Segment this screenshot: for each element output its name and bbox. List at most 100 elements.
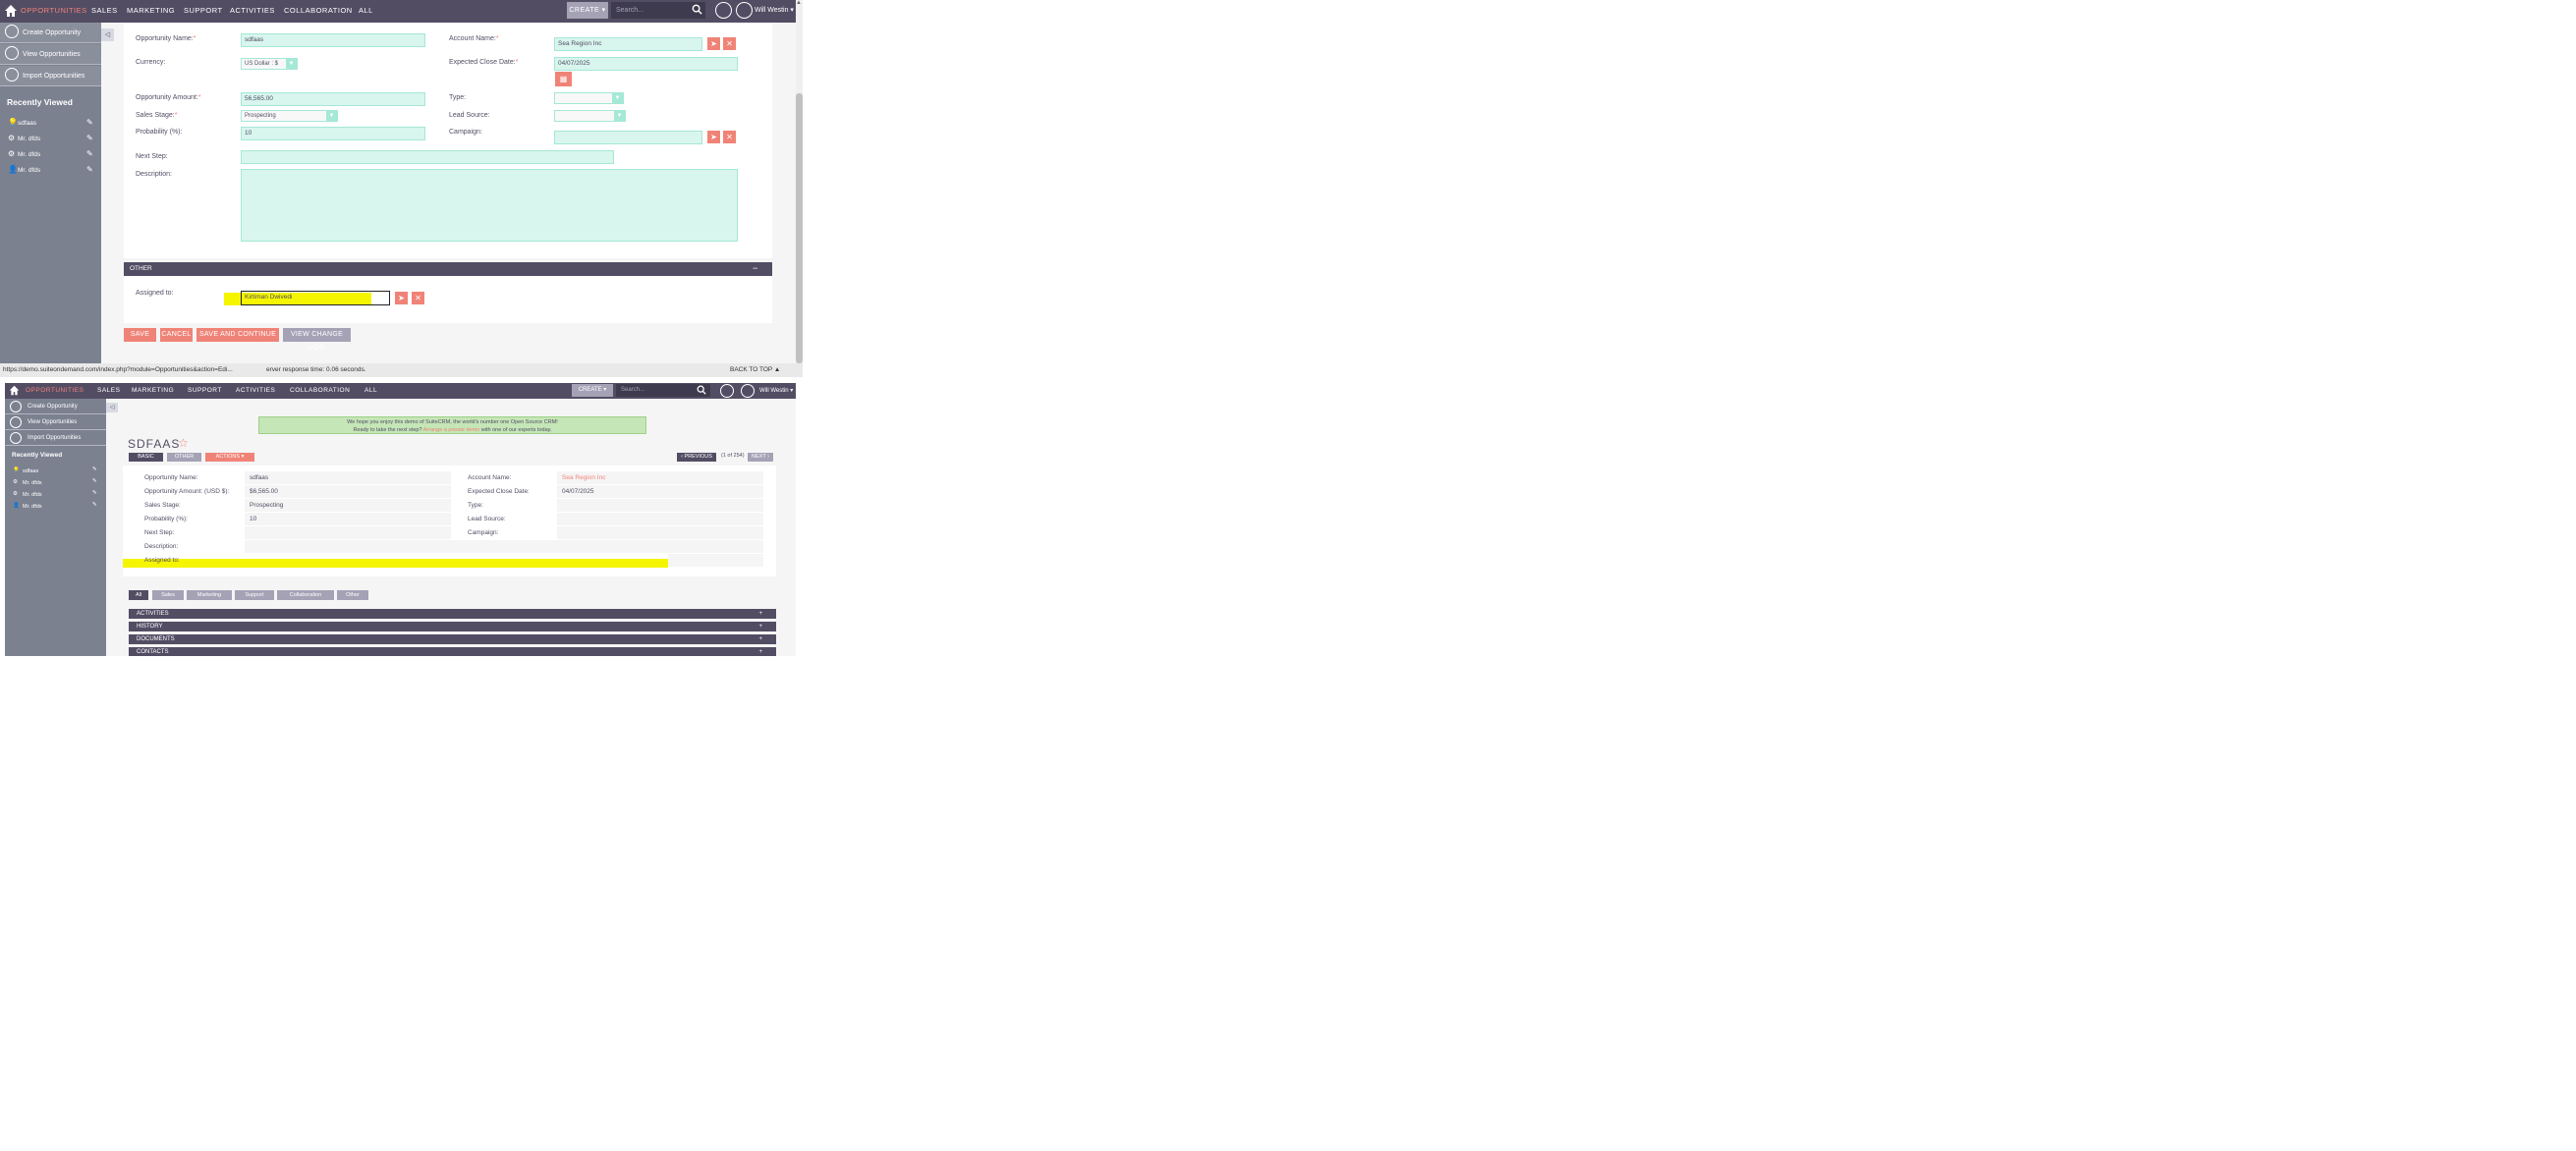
- avatar[interactable]: [741, 384, 755, 398]
- favorite-star-icon[interactable]: ☆: [178, 436, 189, 450]
- recent-item[interactable]: ⚙ Mr. dfds ✎: [0, 147, 101, 163]
- select-account-button[interactable]: ➤: [707, 37, 720, 50]
- subpanel-contacts[interactable]: CONTACTS +: [129, 647, 776, 656]
- calendar-icon[interactable]: ▦: [555, 72, 572, 86]
- sidebar-collapse-button[interactable]: ◁: [106, 403, 118, 412]
- notifications-icon[interactable]: [715, 2, 732, 19]
- nav-activities[interactable]: ACTIVITIES: [230, 6, 275, 15]
- expand-icon[interactable]: +: [758, 634, 762, 644]
- sidebar-create-opportunity[interactable]: Create Opportunity: [0, 23, 101, 43]
- subpanel-documents[interactable]: DOCUMENTS +: [129, 634, 776, 644]
- clear-account-button[interactable]: ✕: [723, 37, 736, 50]
- previous-button[interactable]: ‹ PREVIOUS: [677, 453, 716, 462]
- sidebar-collapse-button[interactable]: ◁: [101, 28, 114, 41]
- create-button[interactable]: CREATE ▾: [572, 384, 613, 397]
- home-icon[interactable]: [4, 4, 18, 18]
- type-select[interactable]: ▼: [554, 92, 624, 104]
- recent-item[interactable]: ⚙ Mr. dfds ✎: [5, 478, 106, 489]
- amount-input[interactable]: 56,565.00: [241, 92, 425, 106]
- subpanel-history[interactable]: HISTORY +: [129, 622, 776, 631]
- nav-collaboration[interactable]: COLLABORATION: [290, 387, 350, 394]
- nav-sales[interactable]: SALES: [97, 387, 120, 394]
- pencil-icon[interactable]: ✎: [86, 165, 93, 174]
- nav-support[interactable]: SUPPORT: [188, 387, 222, 394]
- sidebar-view-opportunities[interactable]: View Opportunities: [0, 44, 101, 65]
- nav-activities[interactable]: ACTIVITIES: [236, 387, 275, 394]
- pencil-icon[interactable]: ✎: [92, 490, 97, 496]
- sidebar-import-opportunities[interactable]: Import Opportunities: [5, 430, 106, 446]
- expand-icon[interactable]: +: [758, 622, 762, 631]
- pencil-icon[interactable]: ✎: [92, 478, 97, 484]
- save-button[interactable]: SAVE: [124, 328, 156, 342]
- pencil-icon[interactable]: ✎: [86, 134, 93, 142]
- clear-user-button[interactable]: ✕: [412, 292, 424, 304]
- back-to-top-link[interactable]: BACK TO TOP ▲: [730, 366, 780, 373]
- description-textarea[interactable]: [241, 169, 738, 242]
- user-menu[interactable]: Will Westin ▾: [759, 387, 793, 394]
- notifications-icon[interactable]: [720, 384, 734, 398]
- home-icon[interactable]: [9, 385, 20, 396]
- filter-tab-support[interactable]: Support: [235, 590, 274, 600]
- expand-icon[interactable]: +: [758, 609, 762, 619]
- sidebar-import-opportunities[interactable]: Import Opportunities: [0, 66, 101, 86]
- account-name-input[interactable]: Sea Region Inc: [554, 37, 702, 51]
- pencil-icon[interactable]: ✎: [92, 466, 97, 472]
- nav-opportunities[interactable]: OPPORTUNITIES: [26, 387, 84, 394]
- recent-item[interactable]: 👤 Mr. dfds ✎: [0, 163, 101, 179]
- nav-sales[interactable]: SALES: [91, 6, 118, 15]
- nav-all[interactable]: ALL: [364, 387, 377, 394]
- other-section-header[interactable]: OTHER −: [124, 262, 772, 276]
- filter-tab-other[interactable]: Other: [337, 590, 368, 600]
- next-step-input[interactable]: [241, 150, 614, 164]
- scroll-up-icon[interactable]: ▲: [796, 0, 802, 6]
- user-menu[interactable]: Will Westin ▾: [755, 6, 794, 14]
- currency-select[interactable]: US Dollar : $ ▼: [241, 58, 298, 70]
- recent-item[interactable]: 💡 sdfaas ✎: [0, 116, 101, 132]
- recent-item[interactable]: 👤 Mr. dfds ✎: [5, 502, 106, 513]
- recent-item[interactable]: ⚙ Mr. dfds ✎: [0, 132, 101, 147]
- campaign-input[interactable]: [554, 131, 702, 144]
- sidebar-view-opportunities[interactable]: View Opportunities: [5, 414, 106, 430]
- nav-marketing[interactable]: MARKETING: [127, 6, 175, 15]
- create-button[interactable]: CREATE ▾: [567, 2, 608, 19]
- filter-tab-all[interactable]: All: [129, 590, 148, 600]
- sidebar-create-opportunity[interactable]: Create Opportunity: [5, 399, 106, 414]
- tab-other[interactable]: OTHER: [167, 453, 201, 462]
- subpanel-activities[interactable]: ACTIVITIES +: [129, 609, 776, 619]
- nav-opportunities[interactable]: OPPORTUNITIES: [21, 6, 87, 15]
- pencil-icon[interactable]: ✎: [92, 502, 97, 508]
- tab-basic[interactable]: BASIC: [129, 453, 163, 462]
- recent-item[interactable]: ⚙ Mr. dfds ✎: [5, 490, 106, 501]
- filter-tab-sales[interactable]: Sales: [152, 590, 184, 600]
- lead-source-select[interactable]: ▼: [554, 110, 626, 122]
- filter-tab-marketing[interactable]: Marketing: [187, 590, 232, 600]
- recent-item[interactable]: 💡 sdfaas ✎: [5, 466, 106, 477]
- save-and-continue-button[interactable]: SAVE AND CONTINUE: [196, 328, 279, 342]
- search-icon[interactable]: [697, 385, 706, 395]
- select-campaign-button[interactable]: ➤: [707, 131, 720, 143]
- expand-icon[interactable]: +: [758, 647, 762, 656]
- nav-collaboration[interactable]: COLLABORATION: [284, 6, 353, 15]
- nav-all[interactable]: ALL: [359, 6, 373, 15]
- select-user-button[interactable]: ➤: [395, 292, 408, 304]
- assigned-to-input[interactable]: Kirtiman Dwivedi: [241, 291, 390, 305]
- nav-support[interactable]: SUPPORT: [184, 6, 223, 15]
- pencil-icon[interactable]: ✎: [86, 149, 93, 158]
- probability-input[interactable]: 10: [241, 127, 425, 140]
- collapse-icon[interactable]: −: [753, 263, 757, 273]
- sales-stage-select[interactable]: Prospecting ▼: [241, 110, 338, 122]
- opportunity-name-input[interactable]: sdfaas: [241, 33, 425, 47]
- view-change-log-button[interactable]: VIEW CHANGE LOG: [283, 328, 351, 352]
- cancel-button[interactable]: CANCEL: [160, 328, 193, 342]
- avatar[interactable]: [736, 2, 753, 19]
- next-button[interactable]: NEXT ›: [748, 453, 773, 462]
- filter-tab-collaboration[interactable]: Collaboration: [277, 590, 334, 600]
- clear-campaign-button[interactable]: ✕: [723, 131, 736, 143]
- search-icon[interactable]: [692, 4, 702, 15]
- scrollbar-thumb[interactable]: [796, 93, 803, 363]
- nav-marketing[interactable]: MARKETING: [132, 387, 174, 394]
- pencil-icon[interactable]: ✎: [86, 118, 93, 127]
- expected-close-input[interactable]: 04/07/2025: [554, 57, 738, 71]
- account-link[interactable]: Sea Region Inc: [557, 471, 763, 484]
- demo-link[interactable]: Arrange a private demo: [423, 427, 479, 433]
